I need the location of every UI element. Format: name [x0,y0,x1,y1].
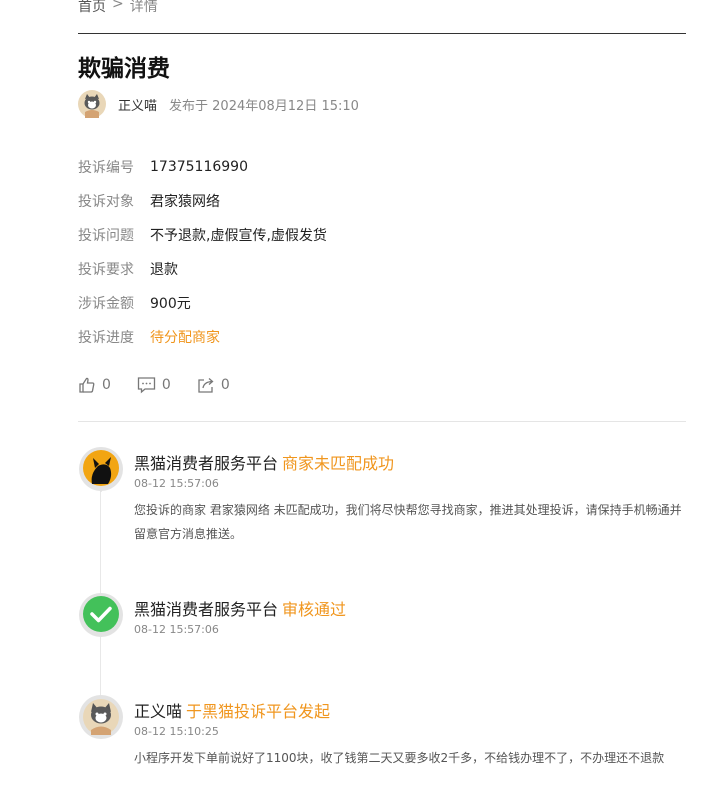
publish-date: 发布于 2024年08月12日 15:10 [169,98,359,114]
share-count: 0 [220,377,230,393]
user-avatar-icon [79,695,123,739]
info-label: 投诉问题 [78,228,134,244]
info-label: 投诉对象 [78,194,134,210]
info-row-amount: 涉诉金额 900元 [78,286,686,320]
like-button[interactable]: 0 [78,376,111,394]
share-icon [198,378,214,393]
info-label: 涉诉金额 [78,296,134,312]
info-row-issue: 投诉问题 不予退款,虚假宣传,虚假发货 [78,218,686,252]
comment-button[interactable]: 0 [137,376,171,394]
timeline-time: 08-12 15:57:06 [134,477,219,490]
timeline-header: 黑猫消费者服务平台 审核通过 [134,596,346,620]
like-count: 0 [102,377,111,393]
black-cat-icon [79,447,123,492]
header-divider [78,33,686,34]
timeline-time: 08-12 15:10:25 [134,725,219,738]
breadcrumb: 首页 > 详情 [78,0,158,16]
timeline-header: 黑猫消费者服务平台 商家未匹配成功 [134,450,394,474]
page-title: 欺骗消费 [78,56,170,82]
timeline-actor: 黑猫消费者服务平台 [134,454,279,473]
author-row: 正义喵 发布于 2024年08月12日 15:10 [78,90,359,118]
info-row-number: 投诉编号 17375116990 [78,150,686,184]
breadcrumb-home-link[interactable]: 首页 [78,0,106,16]
timeline-header: 正义喵 于黑猫投诉平台发起 [134,698,330,722]
complaint-info: 投诉编号 17375116990 投诉对象 君家猿网络 投诉问题 不予退款,虚假… [78,150,686,354]
timeline-status: 商家未匹配成功 [282,454,395,473]
check-icon [79,593,123,637]
timeline-status: 于黑猫投诉平台发起 [186,702,331,721]
section-divider [78,421,686,422]
info-value: 君家猿网络 [150,194,220,210]
comment-icon [137,377,156,394]
comment-count: 0 [161,377,171,393]
info-value: 退款 [150,262,178,278]
timeline-desc: 您投诉的商家 君家猿网络 未匹配成功，我们将尽快帮您寻找商家，推进其处理投诉，请… [134,503,682,541]
author-avatar-icon[interactable] [78,90,106,118]
info-label: 投诉编号 [78,160,134,176]
progress-status: 待分配商家 [150,330,220,346]
author-name[interactable]: 正义喵 [118,95,157,114]
info-row-progress: 投诉进度 待分配商家 [78,320,686,354]
timeline-status: 审核通过 [282,600,347,619]
thumbs-up-icon [79,377,95,393]
breadcrumb-current: 详情 [129,0,158,15]
timeline-time: 08-12 15:57:06 [134,623,219,636]
info-row-target: 投诉对象 君家猿网络 [78,184,686,218]
info-label: 投诉要求 [78,262,134,278]
info-value: 17375116990 [150,159,248,175]
share-button[interactable]: 0 [197,376,230,394]
info-row-demand: 投诉要求 退款 [78,252,686,286]
info-value: 不予退款,虚假宣传,虚假发货 [150,228,327,244]
info-value: 900元 [150,296,191,312]
info-label: 投诉进度 [78,330,134,346]
timeline-desc: 小程序开发下单前说好了1100块，收了钱第二天又要多收2千多，不给钱办理不了，不… [134,751,665,765]
action-bar: 0 0 0 [78,376,256,394]
timeline-actor[interactable]: 正义喵 [134,702,182,721]
breadcrumb-separator: > [112,0,124,12]
timeline-actor: 黑猫消费者服务平台 [134,600,279,619]
